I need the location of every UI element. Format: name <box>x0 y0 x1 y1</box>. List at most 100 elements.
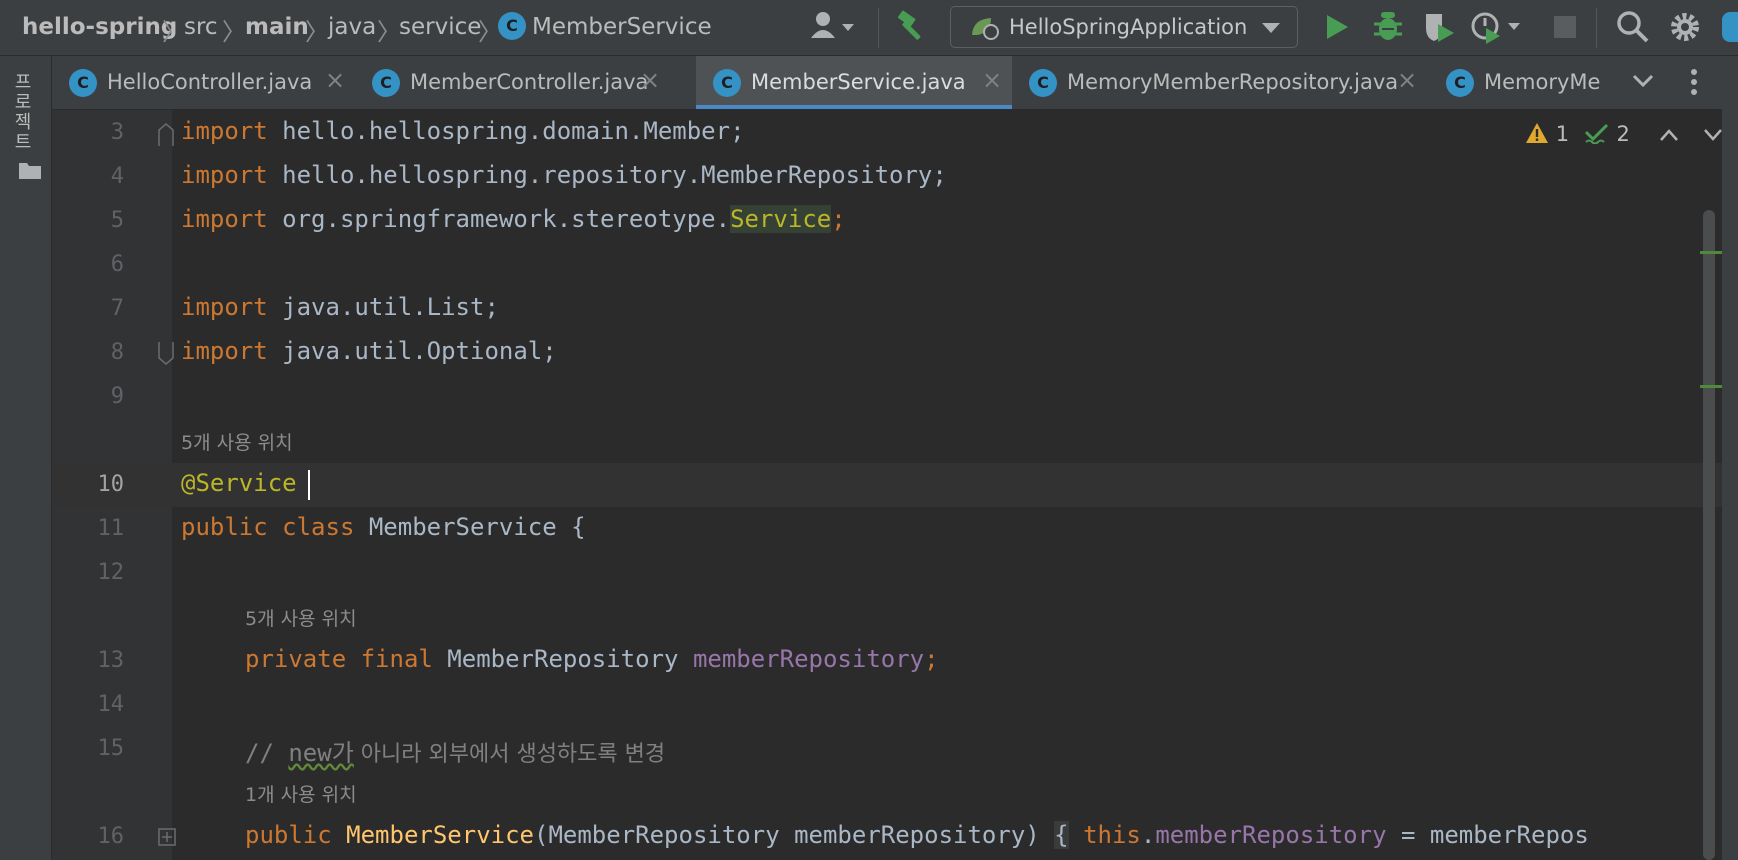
code-text: org.springframework.stereotype. <box>267 205 731 233</box>
code-text: ; <box>831 205 846 233</box>
class-icon: C <box>713 69 741 97</box>
code-text: MemberService { <box>354 513 586 541</box>
gear-icon[interactable] <box>1668 10 1702 44</box>
previous-highlight-icon[interactable] <box>1659 128 1679 142</box>
toolbar-divider <box>1596 8 1597 48</box>
code-text: . <box>1140 821 1156 849</box>
line-number: 3 <box>110 120 124 145</box>
tab-memberservice[interactable]: C MemberService.java × <box>696 56 1012 109</box>
code-line-7: import java.util.List; <box>181 293 499 321</box>
close-icon[interactable]: × <box>1397 66 1417 94</box>
assistant-icon[interactable] <box>1722 12 1738 42</box>
profiler-icon[interactable] <box>1470 10 1522 44</box>
tab-label: MemoryMemberRepository.java <box>1067 70 1399 94</box>
field-name: memberRepository <box>692 645 925 673</box>
code-text: = memberRepos <box>1386 821 1589 849</box>
fold-marker-icon[interactable] <box>156 122 176 148</box>
usages-hint-constructor[interactable]: 1개 사용 위치 <box>245 780 357 807</box>
more-options-icon[interactable] <box>1690 68 1698 96</box>
stop-icon[interactable] <box>1554 16 1576 38</box>
class-icon: C <box>1029 69 1057 97</box>
debug-icon[interactable] <box>1372 10 1404 44</box>
keyword: import <box>181 205 268 233</box>
user-menu-icon[interactable] <box>810 10 856 44</box>
tab-memoryme[interactable]: C MemoryMe <box>1444 56 1614 109</box>
vertical-scrollbar[interactable] <box>1703 210 1715 860</box>
ok-count: 2 <box>1616 122 1630 146</box>
line-number: 6 <box>110 252 124 277</box>
code-text: java.util.Optional; <box>267 337 557 365</box>
usages-hint-field[interactable]: 5개 사용 위치 <box>245 604 357 631</box>
active-tab-indicator <box>696 105 1012 109</box>
close-icon[interactable]: × <box>640 66 660 94</box>
keyword: import <box>181 161 268 189</box>
breadcrumb-main[interactable]: main <box>245 14 309 40</box>
search-icon[interactable] <box>1616 10 1650 44</box>
class-icon: C <box>498 12 526 40</box>
change-marker <box>1700 385 1722 388</box>
breadcrumb-java[interactable]: java <box>328 14 376 40</box>
run-configuration-dropdown[interactable]: HelloSpringApplication <box>950 6 1298 48</box>
line-number-current: 10 <box>97 472 125 497</box>
code-line-15-comment: // new가 아니라 외부에서 생성하도록 변경 <box>245 733 665 768</box>
code-line-11: public class MemberService { <box>181 513 586 541</box>
close-icon[interactable]: × <box>982 66 1002 94</box>
fold-marker-icon[interactable] <box>156 340 176 366</box>
tab-label: MemoryMe <box>1484 70 1601 94</box>
keyword: import <box>181 117 268 145</box>
code-text: ; <box>924 645 939 673</box>
tab-membercontroller[interactable]: C MemberController.java × <box>357 56 667 109</box>
code-line-16: public MemberService(MemberRepository me… <box>245 821 1703 849</box>
warning-icon <box>1526 123 1548 143</box>
keyword: import <box>181 337 268 365</box>
breadcrumb-separator-icon: 〉 <box>305 18 329 46</box>
chevron-down-icon[interactable] <box>1632 73 1654 89</box>
line-number: 14 <box>97 692 125 717</box>
code-line-5: import org.springframework.stereotype.Se… <box>181 205 846 233</box>
build-icon[interactable] <box>896 10 930 44</box>
code-text: MemberRepository <box>432 645 693 673</box>
close-icon[interactable]: × <box>325 66 345 94</box>
tab-hellocontroller[interactable]: C HelloController.java × <box>52 56 352 109</box>
folder-icon[interactable] <box>18 160 42 180</box>
current-line-highlight <box>52 463 1722 507</box>
right-tool-strip <box>1722 56 1738 860</box>
class-icon: C <box>372 69 400 97</box>
spring-leaf-icon <box>972 18 999 40</box>
method-name: MemberService <box>331 821 534 849</box>
expand-fold-icon[interactable] <box>158 828 176 846</box>
warning-count: 1 <box>1555 122 1570 146</box>
annotation: @Service <box>181 469 297 497</box>
breadcrumb-separator-icon: 〉 <box>222 18 246 46</box>
folded-brace[interactable]: { <box>1054 821 1069 849</box>
line-number: 5 <box>110 208 124 233</box>
text-caret <box>308 470 310 500</box>
inspection-widget[interactable]: 1 2 <box>1525 122 1723 146</box>
keyword: this <box>1068 821 1141 849</box>
breadcrumb-memberservice[interactable]: MemberService <box>532 14 712 40</box>
tab-label: HelloController.java <box>107 70 313 94</box>
code-text: (MemberRepository memberRepository) <box>534 821 1055 849</box>
code-line-4: import hello.hellospring.repository.Memb… <box>181 161 947 189</box>
check-icon <box>1584 123 1608 145</box>
run-with-coverage-icon[interactable] <box>1422 10 1456 44</box>
tab-memorymemberrepository[interactable]: C MemoryMemberRepository.java × <box>1027 56 1435 109</box>
comment-text: new가 <box>288 739 354 767</box>
field-name: memberRepository <box>1155 821 1387 849</box>
usages-hint-class[interactable]: 5개 사용 위치 <box>181 428 293 455</box>
comment-text: // <box>245 739 289 767</box>
code-text: java.util.List; <box>267 293 499 321</box>
line-number: 11 <box>97 516 125 541</box>
code-line-8: import java.util.Optional; <box>181 337 557 365</box>
chevron-down-icon <box>1262 23 1280 33</box>
breadcrumb-project[interactable]: hello-spring <box>22 14 177 40</box>
next-highlight-icon[interactable] <box>1703 128 1723 142</box>
run-icon[interactable] <box>1322 10 1352 44</box>
breadcrumb-src[interactable]: src <box>184 14 218 40</box>
class-icon: C <box>69 69 97 97</box>
line-number: 9 <box>110 384 124 409</box>
keyword: import <box>181 293 268 321</box>
project-tool-button[interactable]: 프로젝트 <box>8 72 34 152</box>
breadcrumb-service[interactable]: service <box>399 14 481 40</box>
breadcrumb-separator-icon: 〉 <box>162 18 186 46</box>
